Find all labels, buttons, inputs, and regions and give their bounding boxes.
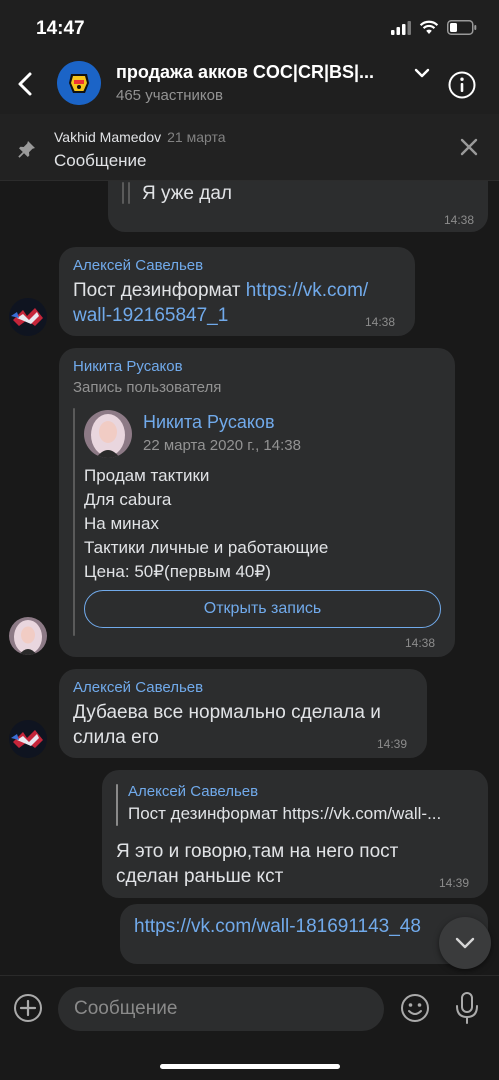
quote-bar bbox=[122, 182, 124, 204]
avatar-image bbox=[9, 720, 47, 758]
open-post-button[interactable]: Открыть запись bbox=[84, 590, 441, 628]
message-bubble-outgoing[interactable]: https://vk.com/wall-181691143_48 bbox=[120, 904, 488, 964]
message-link[interactable]: https://vk.com/wall-181691143_48 bbox=[134, 914, 421, 939]
pinned-date: 21 марта bbox=[167, 129, 226, 145]
home-indicator bbox=[160, 1064, 340, 1069]
pinned-author: Vakhid Mamedov 21 марта bbox=[54, 129, 226, 145]
emoji-icon[interactable] bbox=[399, 992, 431, 1024]
post-line: Для cabura bbox=[84, 490, 172, 509]
microphone-icon[interactable] bbox=[454, 991, 480, 1025]
back-button[interactable] bbox=[10, 66, 42, 102]
status-bar: 14:47 bbox=[0, 0, 499, 56]
message-line: сделан раньше кст bbox=[116, 866, 284, 887]
avatar-aleksey[interactable] bbox=[9, 298, 47, 336]
pinned-text: Сообщение bbox=[54, 151, 147, 170]
message-author[interactable]: Алексей Савельев bbox=[73, 679, 203, 696]
message-author[interactable]: Алексей Савельев bbox=[73, 257, 203, 274]
post-line: Продам тактики bbox=[84, 466, 210, 485]
reply-quote-bar bbox=[116, 784, 118, 826]
member-count: 465 участников bbox=[116, 87, 223, 104]
message-subtitle: Запись пользователя bbox=[73, 379, 222, 396]
status-icons bbox=[391, 20, 477, 35]
battery-icon bbox=[447, 20, 477, 35]
wifi-icon bbox=[419, 20, 439, 34]
pinned-message-content[interactable]: Vakhid Mamedov 21 марта Сообщение bbox=[0, 114, 499, 181]
post-author-name[interactable]: Никита Русаков bbox=[143, 412, 275, 433]
chevron-down-icon[interactable] bbox=[412, 66, 432, 80]
message-bubble-incoming[interactable]: Алексей Савельев Пост дезинформат https:… bbox=[59, 247, 415, 336]
avatar-aleksey[interactable] bbox=[9, 720, 47, 758]
pinned-author-name: Vakhid Mamedov bbox=[54, 129, 162, 145]
message-time: 14:38 bbox=[405, 636, 436, 650]
avatar-image bbox=[84, 410, 132, 458]
brawl-stars-logo-icon bbox=[57, 61, 101, 105]
message-author[interactable]: Никита Русаков bbox=[73, 358, 183, 375]
info-icon[interactable] bbox=[448, 71, 476, 99]
message-bubble-incoming[interactable]: Никита Русаков Запись пользователя Никит… bbox=[59, 348, 455, 657]
pin-icon bbox=[18, 141, 35, 158]
message-time: 14:39 bbox=[377, 737, 408, 751]
quote-bar bbox=[128, 182, 130, 204]
chat-header: продажа акков COC|CR|BS|... 465 участник… bbox=[0, 56, 499, 114]
post-line: На минах bbox=[84, 514, 159, 533]
message-link[interactable]: wall-192165847_1 bbox=[73, 305, 228, 326]
reply-author: Алексей Савельев bbox=[128, 783, 259, 800]
message-input[interactable]: Сообщение bbox=[58, 987, 384, 1031]
message-line: Я это и говорю,там на него пост bbox=[116, 841, 399, 862]
message-time: 14:38 bbox=[443, 213, 474, 227]
signal-icon bbox=[391, 20, 411, 35]
message-input-placeholder: Сообщение bbox=[74, 998, 178, 1019]
add-attachment-icon[interactable] bbox=[12, 992, 44, 1024]
post-line: Цена: 50₽(первым 40₽) bbox=[84, 562, 271, 581]
message-line: слила его bbox=[73, 727, 159, 748]
message-bubble-incoming[interactable]: Алексей Савельев Дубаева все нормально с… bbox=[59, 669, 427, 758]
post-text: Продам тактики Для cabura На минах Такти… bbox=[84, 464, 328, 584]
message-time: 14:38 bbox=[365, 315, 396, 329]
chevron-down-icon bbox=[455, 937, 475, 949]
chat-avatar[interactable] bbox=[57, 61, 101, 105]
message-line: Дубаева все нормально сделала и bbox=[73, 702, 381, 723]
message-bubble-outgoing[interactable]: Алексей Савельев Пост дезинформат https:… bbox=[102, 770, 488, 898]
status-time: 14:47 bbox=[36, 18, 85, 39]
message-text: Пост дезинформат https://vk.com/wall-192… bbox=[73, 278, 409, 328]
avatar-image bbox=[9, 617, 47, 655]
post-line: Тактики личные и работающие bbox=[84, 538, 329, 557]
message-text-plain: Пост дезинформат bbox=[73, 280, 246, 301]
message-time: 14:39 bbox=[439, 876, 470, 890]
avatar-nikita[interactable] bbox=[9, 617, 47, 655]
message-text: Дубаева все нормально сделала и слила ег… bbox=[73, 700, 381, 750]
scroll-down-button[interactable] bbox=[439, 917, 491, 969]
chat-title[interactable]: продажа акков COC|CR|BS|... bbox=[116, 62, 406, 83]
message-link[interactable]: https://vk.com/ bbox=[246, 280, 368, 301]
quote-bar bbox=[73, 408, 75, 636]
message-text: Я это и говорю,там на него пост сделан р… bbox=[116, 839, 398, 889]
post-date: 22 марта 2020 г., 14:38 bbox=[143, 437, 301, 454]
post-author-avatar[interactable] bbox=[84, 410, 132, 458]
avatar-image bbox=[9, 298, 47, 336]
message-text: Я уже дал bbox=[142, 183, 233, 204]
reply-text: Пост дезинформат https://vk.com/wall-... bbox=[128, 804, 442, 823]
close-icon[interactable] bbox=[459, 137, 479, 157]
